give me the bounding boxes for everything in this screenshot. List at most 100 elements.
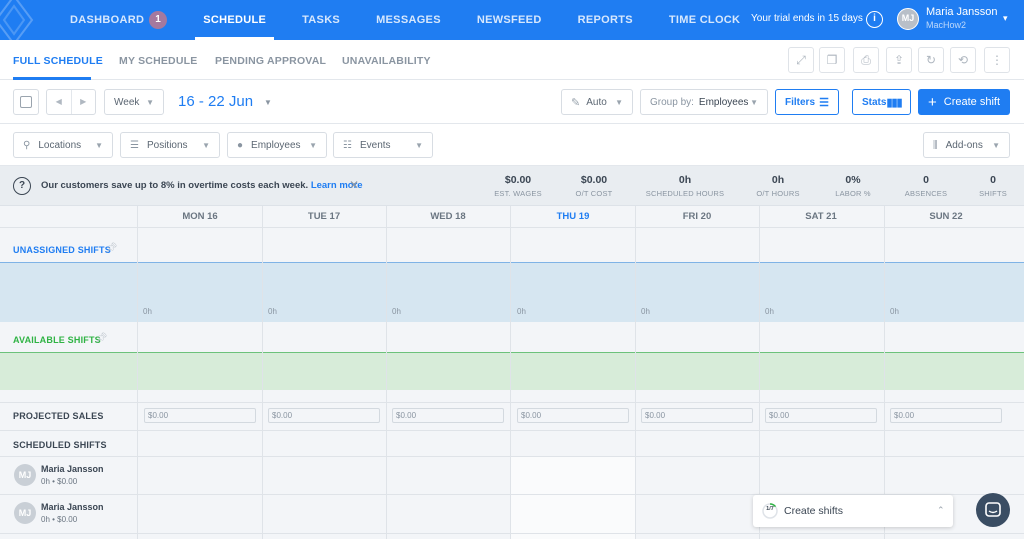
row-divider bbox=[0, 456, 1024, 457]
stat-labor-percent: 0% LABOR % bbox=[835, 174, 871, 198]
nav-tasks[interactable]: TASKS bbox=[302, 0, 340, 40]
projected-sales-input-fri[interactable]: $0.00 bbox=[641, 408, 753, 423]
export-icon[interactable]: ⇪ bbox=[886, 47, 912, 73]
available-shifts-label: AVAILABLE SHIFTS bbox=[13, 335, 101, 345]
history-icon[interactable]: ⟲ bbox=[950, 47, 976, 73]
projected-sales-input-mon[interactable]: $0.00 bbox=[144, 408, 256, 423]
unassigned-shifts-label: UNASSIGNED SHIFTS bbox=[13, 245, 111, 255]
nav-newsfeed[interactable]: NEWSFEED bbox=[477, 0, 542, 40]
week-pager: ◀ ▶ bbox=[46, 89, 96, 115]
nav-schedule[interactable]: SCHEDULE bbox=[195, 0, 275, 40]
projected-sales-input-thu[interactable]: $0.00 bbox=[517, 408, 629, 423]
columns-icon: ⫼ bbox=[933, 139, 938, 151]
employee-name[interactable]: Maria Jansson bbox=[41, 502, 104, 512]
chevron-left-icon[interactable]: ◀ bbox=[47, 90, 72, 114]
employee-summary: 0h • $0.00 bbox=[41, 477, 78, 486]
copy-icon[interactable]: ❐ bbox=[819, 47, 845, 73]
column-divider bbox=[386, 206, 387, 539]
employee-name[interactable]: Maria Jansson bbox=[41, 464, 104, 474]
unassigned-hours-tue: 0h bbox=[268, 307, 277, 316]
tab-unavailability[interactable]: UNAVAILABILITY bbox=[342, 55, 431, 67]
trial-notice[interactable]: Your trial ends in 15 days bbox=[751, 13, 863, 24]
stat-scheduled-hours: 0h SCHEDULED HOURS bbox=[645, 174, 725, 198]
stats-button[interactable]: Stats ▮▮▮ bbox=[852, 89, 911, 115]
column-divider bbox=[137, 206, 138, 539]
locations-filter[interactable]: ⚲ Locations ▼ bbox=[13, 132, 113, 158]
select-all-checkbox[interactable] bbox=[13, 89, 39, 115]
magic-wand-icon: ✎ bbox=[571, 96, 581, 109]
unassigned-hours-wed: 0h bbox=[392, 307, 401, 316]
column-divider bbox=[262, 206, 263, 539]
filters-button[interactable]: Filters ☰ bbox=[775, 89, 839, 115]
calendar-sync-icon[interactable]: ↻ bbox=[918, 47, 944, 73]
auto-schedule-select[interactable]: ✎ Auto ▼ bbox=[561, 89, 633, 115]
tab-pending-approval[interactable]: PENDING APPROVAL bbox=[215, 55, 326, 67]
pin-icon[interactable]: 📌︎ bbox=[105, 243, 118, 254]
user-avatar[interactable]: MJ bbox=[897, 8, 919, 30]
more-options-icon[interactable]: ⋮ bbox=[984, 47, 1010, 73]
list-icon: ☰ bbox=[130, 139, 139, 151]
projected-sales-input-sat[interactable]: $0.00 bbox=[765, 408, 877, 423]
user-name[interactable]: Maria Jansson bbox=[926, 6, 998, 18]
chevron-down-icon: ▼ bbox=[415, 140, 423, 150]
chat-bubble-icon bbox=[985, 502, 1001, 517]
tab-my-schedule[interactable]: MY SCHEDULE bbox=[119, 55, 197, 67]
tab-full-schedule[interactable]: FULL SCHEDULE bbox=[13, 55, 103, 67]
location-pin-icon: ⚲ bbox=[23, 139, 31, 151]
nav-time-clock[interactable]: TIME CLOCK bbox=[669, 0, 740, 40]
day-header-sat: SAT 21 bbox=[805, 211, 837, 222]
day-header-fri: FRI 20 bbox=[682, 211, 712, 222]
view-select[interactable]: Week ▼ bbox=[104, 89, 164, 115]
pin-icon[interactable]: 📌︎ bbox=[95, 333, 108, 344]
available-shifts-row[interactable] bbox=[0, 352, 1024, 390]
projected-sales-input-wed[interactable]: $0.00 bbox=[392, 408, 504, 423]
stat-absences: 0 ABSENCES bbox=[904, 174, 948, 198]
employee-avatar[interactable]: MJ bbox=[14, 464, 36, 486]
nav-messages[interactable]: MESSAGES bbox=[376, 0, 441, 40]
dashboard-badge: 1 bbox=[149, 11, 168, 29]
create-shifts-guide[interactable]: 1/7 Create shifts ⌃ bbox=[753, 495, 953, 527]
print-icon[interactable]: ⎙ bbox=[853, 47, 879, 73]
unassigned-hours-sat: 0h bbox=[765, 307, 774, 316]
date-range[interactable]: 16 - 22 Jun bbox=[178, 93, 253, 110]
events-filter[interactable]: ☷ Events ▼ bbox=[333, 132, 433, 158]
chevron-down-icon: ▼ bbox=[146, 97, 154, 107]
column-divider bbox=[884, 206, 885, 539]
sliders-icon: ☰ bbox=[819, 96, 829, 109]
positions-filter[interactable]: ☰ Positions ▼ bbox=[120, 132, 220, 158]
chevron-down-icon: ▼ bbox=[750, 97, 758, 107]
unassigned-hours-thu: 0h bbox=[517, 307, 526, 316]
chat-icon[interactable] bbox=[976, 493, 1010, 527]
nav-reports[interactable]: REPORTS bbox=[578, 0, 633, 40]
chevron-up-icon[interactable]: ⌃ bbox=[937, 505, 945, 516]
chevron-down-icon[interactable]: ▼ bbox=[264, 98, 272, 107]
nav-dashboard[interactable]: DASHBOARD 1 bbox=[70, 0, 168, 40]
plus-icon: + bbox=[927, 93, 937, 111]
person-icon: ● bbox=[237, 139, 244, 151]
chevron-right-icon[interactable]: ▶ bbox=[72, 90, 96, 114]
chevron-down-icon: ▼ bbox=[202, 140, 210, 150]
chevron-down-icon[interactable]: ▾ bbox=[1003, 13, 1008, 24]
projected-sales-input-sun[interactable]: $0.00 bbox=[890, 408, 1002, 423]
group-by-select[interactable]: Group by: Employees ▼ bbox=[640, 89, 768, 115]
employee-avatar[interactable]: MJ bbox=[14, 502, 36, 524]
projected-sales-label: PROJECTED SALES bbox=[13, 411, 104, 421]
promo-message: Our customers save up to 8% in overtime … bbox=[41, 180, 363, 191]
addons-select[interactable]: ⫼ Add-ons ▼ bbox=[923, 132, 1010, 158]
chevron-down-icon: ▼ bbox=[992, 140, 1000, 150]
create-shift-button[interactable]: + Create shift bbox=[918, 89, 1010, 115]
day-header-tue: TUE 17 bbox=[307, 211, 341, 222]
unassigned-shifts-row[interactable] bbox=[0, 262, 1024, 322]
expand-icon[interactable]: ⤢ bbox=[788, 47, 814, 73]
day-header-mon: MON 16 bbox=[182, 211, 218, 222]
day-header-thu: THU 19 bbox=[556, 211, 590, 222]
day-header-wed: WED 18 bbox=[430, 211, 466, 222]
app-logo[interactable] bbox=[0, 0, 44, 40]
guide-progress: 1/7 bbox=[766, 506, 774, 512]
info-icon[interactable]: i bbox=[866, 11, 883, 28]
employee-summary: 0h • $0.00 bbox=[41, 515, 78, 524]
row-divider bbox=[0, 430, 1024, 431]
close-icon[interactable]: ✕ bbox=[349, 178, 359, 192]
employees-filter[interactable]: ● Employees ▼ bbox=[227, 132, 327, 158]
projected-sales-input-tue[interactable]: $0.00 bbox=[268, 408, 380, 423]
